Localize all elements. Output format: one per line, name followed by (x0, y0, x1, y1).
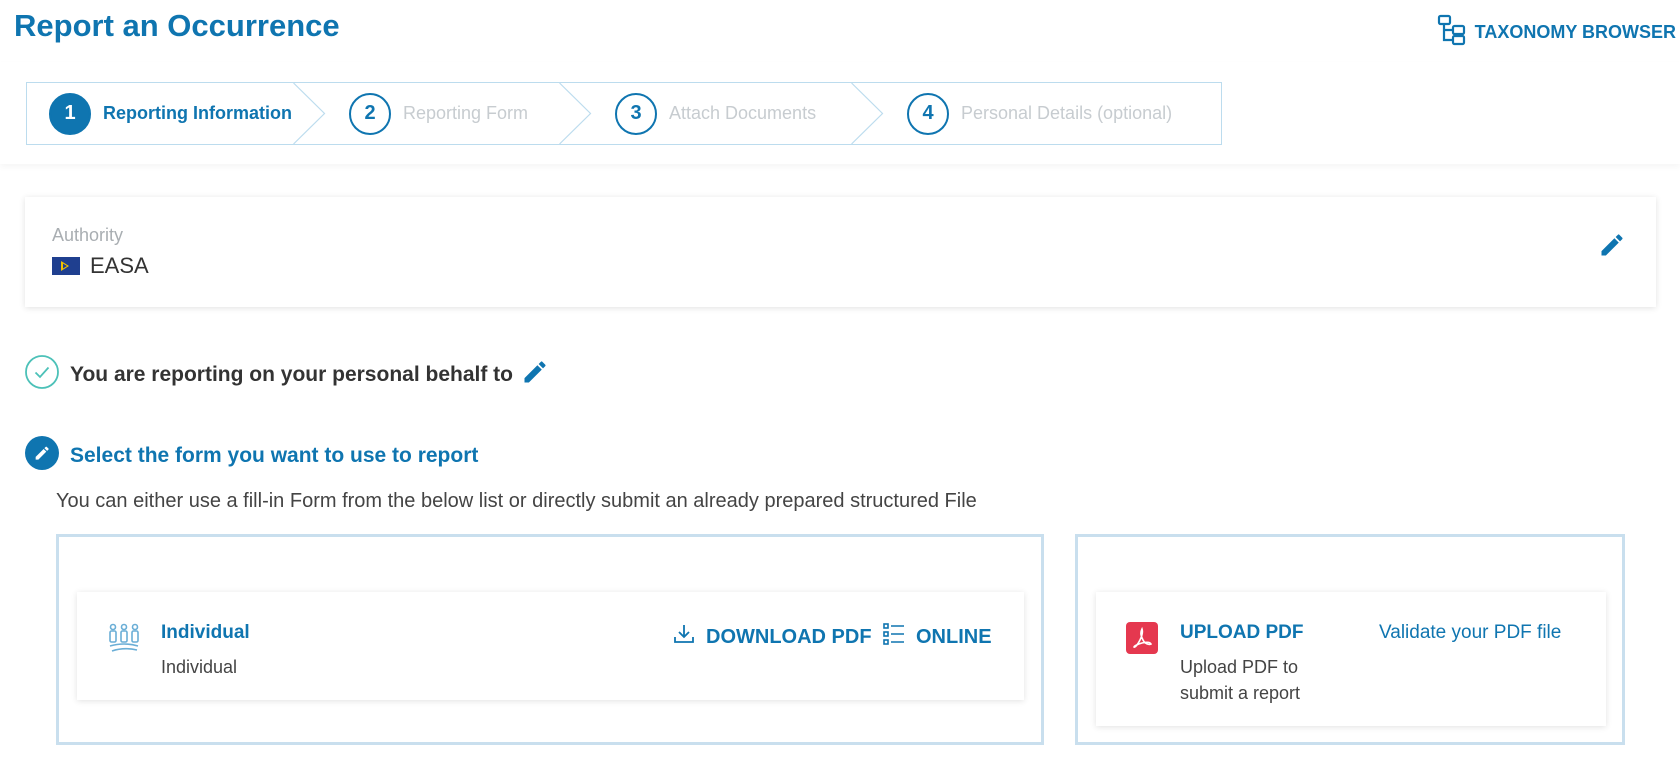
individual-form-card: Individual Individual DOWNLOAD PDF ONLIN… (77, 592, 1024, 700)
select-form-row: Select the form you want to use to repor… (24, 435, 478, 476)
step-reporting-form[interactable]: 2 Reporting Form (327, 83, 593, 144)
reporting-behalf-text: You are reporting on your personal behal… (70, 362, 513, 386)
step-reporting-information[interactable]: 1 Reporting Information (27, 83, 327, 144)
step-label: Reporting Form (403, 103, 529, 123)
select-form-description: You can either use a fill-in Form from t… (56, 490, 977, 512)
online-form-button[interactable]: ONLINE (882, 622, 992, 652)
upload-pdf-card: UPLOAD PDF Upload PDF to submit a report… (1096, 592, 1606, 726)
authority-card: Authority EASA (25, 197, 1656, 307)
step-separator-icon (559, 83, 592, 144)
group-people-icon (107, 622, 141, 661)
step-personal-details[interactable]: 4 Personal Details (optional) (885, 83, 1221, 144)
download-pdf-button[interactable]: DOWNLOAD PDF (672, 622, 872, 652)
download-icon (672, 622, 696, 652)
upload-file-panel: UPLOAD PDF Upload PDF to submit a report… (1075, 534, 1625, 745)
taxonomy-browser-button[interactable]: TAXONOMY BROWSER (1437, 14, 1676, 51)
download-pdf-label: DOWNLOAD PDF (706, 625, 872, 648)
edit-circle-icon (24, 435, 60, 476)
authority-value: EASA (52, 253, 149, 279)
step-number: 2 (349, 92, 391, 135)
step-label: Reporting Information (103, 103, 292, 123)
validate-pdf-link[interactable]: Validate your PDF file (1379, 622, 1561, 644)
step-separator-icon (851, 83, 884, 144)
easa-flag-icon (52, 257, 80, 275)
authority-name: EASA (90, 253, 149, 278)
reporting-behalf-row: You are reporting on your personal behal… (24, 354, 549, 395)
step-attach-documents[interactable]: 3 Attach Documents (593, 83, 885, 144)
edit-behalf-pencil-icon[interactable] (521, 358, 549, 391)
individual-form-subtitle: Individual (161, 657, 238, 677)
individual-form-title: Individual (161, 622, 250, 643)
online-label: ONLINE (916, 625, 992, 648)
checklist-icon (882, 622, 906, 652)
wizard-stepper: 1 Reporting Information 2 Reporting Form… (26, 82, 1222, 145)
upload-pdf-subtitle: Upload PDF to submit a report (1180, 657, 1301, 703)
app-header: Report an Occurrence TAXONOMY BROWSER (0, 0, 1680, 62)
step-number: 4 (907, 92, 949, 135)
step-number: 3 (615, 92, 657, 135)
step-label: Attach Documents (669, 103, 817, 123)
upload-pdf-title[interactable]: UPLOAD PDF (1180, 622, 1304, 644)
step-separator-icon (293, 83, 326, 144)
select-form-heading: Select the form you want to use to repor… (70, 443, 479, 467)
taxonomy-browser-label: TAXONOMY BROWSER (1474, 22, 1676, 42)
steps-bar: 1 Reporting Information 2 Reporting Form… (0, 62, 1680, 164)
step-number: 1 (49, 92, 91, 135)
page-title: Report an Occurrence (14, 8, 340, 43)
authority-label: Authority (52, 225, 124, 245)
edit-authority-pencil-icon[interactable] (1598, 231, 1626, 264)
check-circle-icon (24, 354, 60, 395)
step-label: Personal Details (optional) (961, 103, 1173, 123)
taxonomy-tree-icon (1437, 14, 1467, 51)
fill-in-forms-panel: Individual Individual DOWNLOAD PDF ONLIN… (56, 534, 1044, 745)
pdf-file-icon (1126, 622, 1158, 659)
